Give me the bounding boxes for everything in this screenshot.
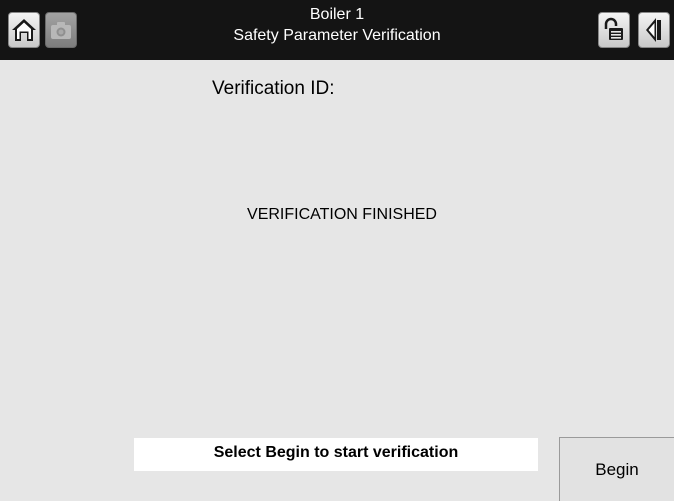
verification-id-label: Verification ID: — [212, 78, 335, 99]
screen: Boiler 1 Safety Parameter Verification V… — [0, 0, 674, 501]
title-line-2: Safety Parameter Verification — [233, 27, 441, 44]
page-title: Boiler 1 Safety Parameter Verification — [0, 4, 674, 46]
begin-button[interactable]: Begin — [559, 437, 674, 501]
begin-button-label: Begin — [595, 459, 639, 479]
prompt-bar: Select Begin to start verification — [134, 438, 538, 471]
back-button[interactable] — [638, 12, 670, 48]
lock-icon — [604, 17, 623, 40]
status-message: VERIFICATION FINISHED — [247, 206, 437, 223]
lock-button[interactable] — [598, 12, 630, 48]
back-icon — [646, 18, 661, 42]
header-bar: Boiler 1 Safety Parameter Verification — [0, 0, 674, 60]
title-line-1: Boiler 1 — [309, 6, 365, 23]
